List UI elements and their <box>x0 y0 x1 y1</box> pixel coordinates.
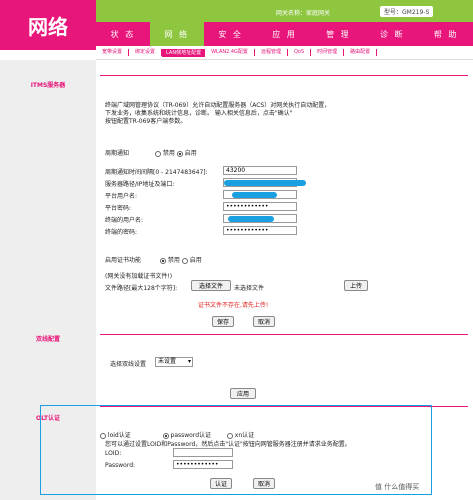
app-logo: 网络 <box>0 0 96 50</box>
olt-password-input[interactable]: •••••••••••• <box>173 460 233 469</box>
olt-highlight-box <box>40 405 432 495</box>
cert-disable-label: 禁用 <box>167 257 180 264</box>
save-button[interactable]: 保存 <box>212 316 234 327</box>
subnav-binding[interactable]: 绑定设置 <box>129 49 163 56</box>
platform-pwd-label: 平台密码: <box>105 205 132 212</box>
cert-enable-label: 启用 <box>189 257 202 264</box>
redaction-mark <box>224 180 306 186</box>
itms-desc-3: 按钮配置TR-069客户端参数。 <box>105 118 187 125</box>
periodic-enable-label: 启用 <box>184 150 197 157</box>
subnav-remote[interactable]: 远程管理 <box>255 49 288 56</box>
divider <box>100 334 468 335</box>
sidebar-binding-label: 双线配置 <box>35 336 60 343</box>
no-file-text: 未选择文件 <box>234 285 265 292</box>
olt-password-field-label: Password: <box>105 462 136 469</box>
subnav-wlan[interactable]: WLAN2.4G配置 <box>205 49 255 56</box>
periodic-enable-radio[interactable] <box>176 150 183 157</box>
main-nav: 状 态 网 络 安 全 应 用 管 理 诊 断 帮 助 <box>96 22 473 46</box>
file-path-label: 文件路径[最大128个字符]: <box>105 285 178 292</box>
sub-nav: 宽带设置 绑定设置 LAN侧地址配置 WLAN2.4G配置 远程管理 QoS 时… <box>96 46 473 60</box>
olt-options: loid认证 password认证 xn认证 <box>100 430 254 439</box>
binding-select-value: 未设置 <box>158 358 177 365</box>
gateway-name: 网关名称：家庭网关 <box>276 10 331 17</box>
cert-enable-radio[interactable] <box>181 257 188 264</box>
olt-desc: 您可以通过设置LOID和Password，然后点击"认证"按钮向网管服务器注册并… <box>105 441 351 448</box>
redaction-mark <box>232 192 277 198</box>
upload-button[interactable]: 上传 <box>344 280 368 291</box>
periodic-disable-radio[interactable] <box>155 150 161 157</box>
olt-xn-label: xn认证 <box>234 432 255 439</box>
nav-help[interactable]: 帮 助 <box>419 22 473 46</box>
choose-file-button[interactable]: 选择文件 <box>191 280 231 291</box>
terminal-pwd-input[interactable]: •••••••••••• <box>223 226 297 235</box>
terminal-pwd-label: 终端的密码: <box>105 229 138 236</box>
nav-management[interactable]: 管 理 <box>311 22 365 46</box>
platform-pwd-input[interactable]: •••••••••••• <box>223 202 297 211</box>
auth-button[interactable]: 认证 <box>210 478 232 489</box>
cert-disable-radio[interactable] <box>160 257 166 264</box>
cancel-button[interactable]: 取消 <box>253 316 275 327</box>
nav-diagnostics[interactable]: 诊 断 <box>365 22 419 46</box>
divider <box>100 75 468 76</box>
periodic-disable-label: 禁用 <box>162 150 175 157</box>
subnav-time[interactable]: 时间管理 <box>311 49 345 56</box>
nav-status[interactable]: 状 态 <box>96 22 150 46</box>
loid-label: LOID: <box>105 450 122 457</box>
periodic-label: 周期通知 <box>105 150 130 157</box>
subnav-broadband[interactable]: 宽带设置 <box>96 49 130 56</box>
watermark: 值 什么值得买 <box>375 483 420 491</box>
cert-options: 禁用 启用 <box>160 255 202 264</box>
subnav-route[interactable]: 路由配置 <box>344 49 378 56</box>
loid-input[interactable] <box>173 448 233 457</box>
cert-label: 启用证书功能 <box>105 257 142 264</box>
model-label: 型号：GM219-S <box>380 6 434 17</box>
binding-select[interactable]: 未设置 ▾ <box>155 357 193 367</box>
interval-input[interactable]: 43200 <box>223 166 297 175</box>
apply-button[interactable]: 应用 <box>230 388 256 399</box>
interval-label: 周期通知时间间隔[0 - 2147483647]: <box>105 169 208 176</box>
redaction-mark <box>228 216 274 222</box>
chevron-down-icon: ▾ <box>187 358 191 365</box>
subnav-qos[interactable]: QoS <box>288 49 312 56</box>
periodic-options: 禁用 启用 <box>155 148 197 157</box>
olt-password-radio[interactable] <box>162 432 169 439</box>
platform-user-label: 平台用户名: <box>105 193 138 200</box>
sidebar-itms-label: ITMS服务器 <box>30 82 66 89</box>
nav-security[interactable]: 安 全 <box>204 22 258 46</box>
olt-loid-radio[interactable] <box>100 432 106 439</box>
nav-apps[interactable]: 应 用 <box>258 22 312 46</box>
olt-xn-radio[interactable] <box>226 432 233 439</box>
cert-error: 证书文件不存在,请先上传! <box>198 302 269 309</box>
binding-select-label: 选择双线设置 <box>110 361 147 368</box>
olt-password-label: password认证 <box>170 432 212 439</box>
nav-network[interactable]: 网 络 <box>149 22 204 46</box>
acs-url-label: 服务器路径/IP地址及端口: <box>105 181 175 188</box>
terminal-user-label: 终端的用户名: <box>105 217 144 224</box>
olt-cancel-button[interactable]: 取消 <box>253 478 275 489</box>
olt-loid-label: loid认证 <box>107 432 131 439</box>
subnav-lan[interactable]: LAN侧地址配置 <box>162 48 206 57</box>
cert-note: (网关没有加载证书文件!) <box>105 273 173 280</box>
